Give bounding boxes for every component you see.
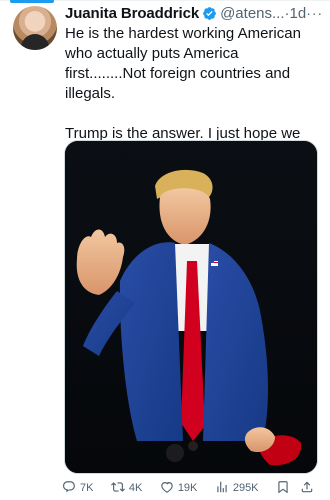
bookmark-icon[interactable] <box>276 480 290 497</box>
like-button[interactable]: 19K <box>160 480 198 497</box>
tweet-actions: 7K 4K 19K 295K <box>62 479 314 497</box>
views-count: 295K <box>232 482 259 494</box>
tweet-header: Juanita Broaddrick @atens... · 1d ··· <box>65 4 323 22</box>
views-button[interactable]: 295K <box>215 480 259 497</box>
share-icon[interactable] <box>300 480 314 497</box>
tweet-time[interactable]: 1d <box>290 5 307 22</box>
author-handle[interactable]: @atens... <box>220 5 284 22</box>
right-actions <box>276 480 314 497</box>
reply-button[interactable]: 7K <box>62 480 93 497</box>
tweet-photo <box>65 141 317 473</box>
more-options-icon[interactable]: ··· <box>306 5 323 21</box>
reply-count: 7K <box>80 482 94 494</box>
author-name[interactable]: Juanita Broaddrick <box>65 5 199 22</box>
like-icon <box>160 480 174 497</box>
active-indicator <box>10 0 54 3</box>
like-count: 19K <box>177 482 198 494</box>
repost-icon <box>110 480 125 497</box>
reply-icon <box>62 480 76 497</box>
repost-count: 4K <box>128 482 143 494</box>
verified-badge-icon <box>202 6 217 21</box>
tweet-media[interactable] <box>64 140 318 474</box>
avatar[interactable] <box>13 6 57 50</box>
repost-button[interactable]: 4K <box>110 480 143 497</box>
views-icon <box>215 480 229 497</box>
